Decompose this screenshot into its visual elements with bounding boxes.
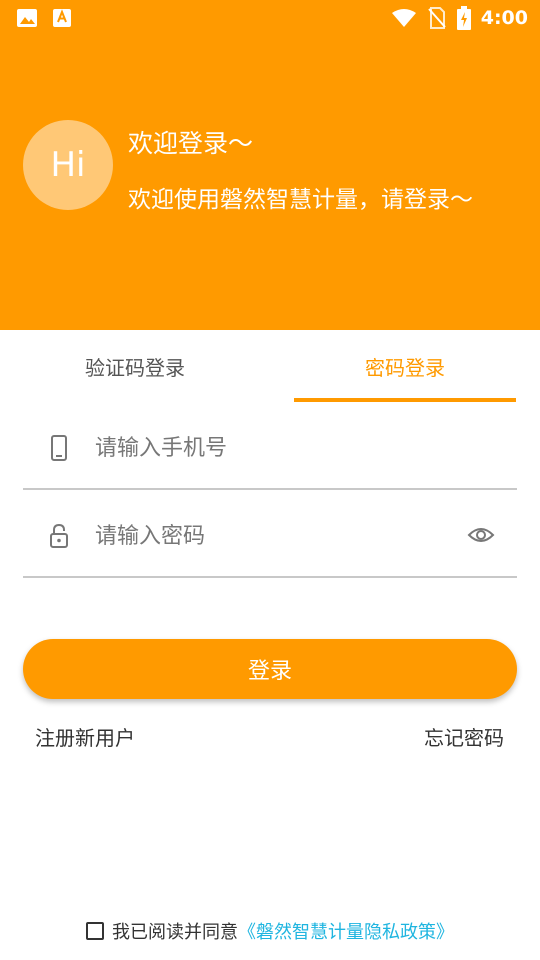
avatar: Hi xyxy=(23,120,113,210)
forgot-password-link[interactable]: 忘记密码 xyxy=(424,722,504,751)
password-field xyxy=(23,508,517,578)
lock-icon xyxy=(50,523,68,548)
login-button[interactable]: 登录 xyxy=(23,639,517,699)
tab-password-login[interactable]: 密码登录 xyxy=(294,330,516,402)
privacy-policy-link[interactable]: 《磐然智慧计量隐私政策》 xyxy=(238,918,454,944)
header-banner: 4:00 Hi 欢迎登录～ 欢迎使用磐然智慧计量，请登录～ xyxy=(0,0,540,330)
agreement-text: 我已阅读并同意 xyxy=(112,922,238,943)
agreement-checkbox[interactable] xyxy=(86,922,104,940)
privacy-agreement: 我已阅读并同意 《磐然智慧计量隐私政策》 xyxy=(0,918,540,944)
welcome-title: 欢迎登录～ xyxy=(128,129,254,158)
register-link[interactable]: 注册新用户 xyxy=(35,722,135,751)
font-app-icon xyxy=(53,9,71,27)
welcome-subtitle: 欢迎使用磐然智慧计量，请登录～ xyxy=(128,187,473,213)
avatar-text: Hi xyxy=(50,145,86,185)
phone-icon xyxy=(51,435,67,461)
eye-icon[interactable] xyxy=(467,522,495,548)
wifi-icon xyxy=(391,9,416,27)
active-tab-indicator xyxy=(294,398,516,402)
status-time: 4:00 xyxy=(480,7,528,29)
phone-input[interactable] xyxy=(95,428,455,468)
phone-field xyxy=(23,420,517,490)
battery-charging-icon xyxy=(456,6,471,30)
login-tabs: 验证码登录 密码登录 xyxy=(0,330,540,402)
password-input[interactable] xyxy=(95,516,455,556)
tab-sms-login[interactable]: 验证码登录 xyxy=(0,330,270,402)
gallery-icon xyxy=(17,9,37,27)
status-bar: 4:00 xyxy=(0,0,540,36)
no-sim-icon xyxy=(427,7,446,29)
